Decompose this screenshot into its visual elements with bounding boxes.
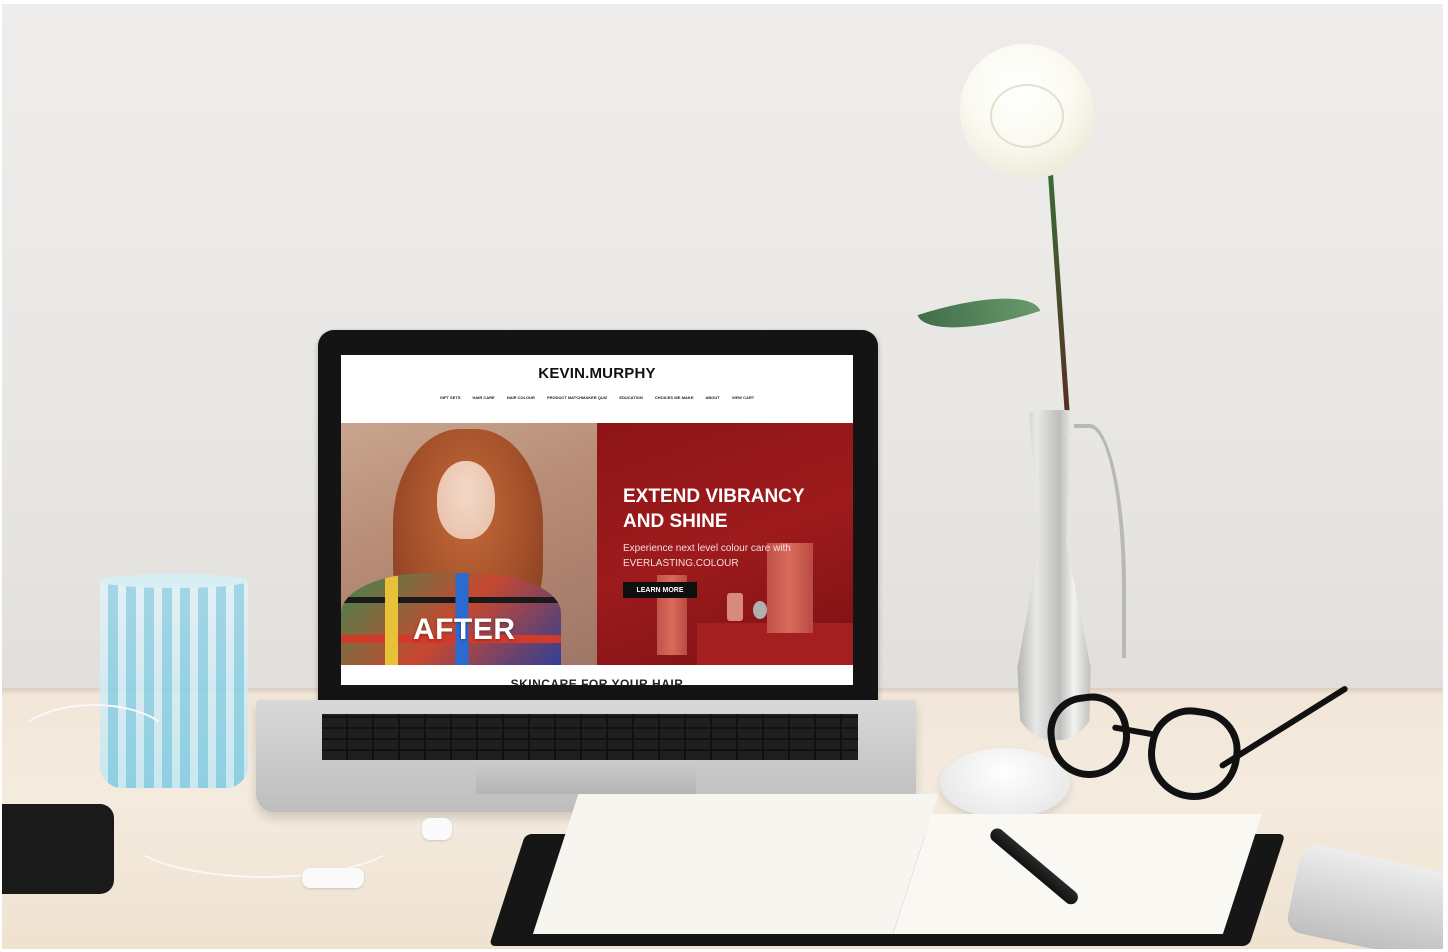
hero-banner: EXTEND VIBRANCY AND SHINE Experience nex… [597,423,853,665]
nav-choices-we-make[interactable]: CHOICES WE MAKE [655,395,694,400]
hero-title: EXTEND VIBRANCY AND SHINE [623,484,843,534]
learn-more-button[interactable]: LEARN MORE [623,582,697,598]
nav-gift-sets[interactable]: GIFT SETS [440,395,461,400]
site-nav: GIFT SETS HAIR CARE HAIR COLOUR PRODUCT … [341,395,853,400]
laptop-screen: KEVIN.MURPHY GIFT SETS HAIR CARE HAIR CO… [341,355,853,685]
earbud-cable [12,704,176,788]
nav-about[interactable]: ABOUT [705,395,719,400]
nav-product-matchmaker-quiz[interactable]: PRODUCT MATCHMAKER QUIZ [547,395,607,400]
hero-title-line-2: AND SHINE [623,511,728,532]
earbud-right [302,868,364,888]
model-face [437,461,495,539]
next-section-title: SKINCARE FOR YOUR HAIR [510,677,684,685]
nav-view-cart[interactable]: VIEW CART [732,395,754,400]
site-logo[interactable]: KEVIN.MURPHY [341,365,853,382]
laptop-trackpad [476,762,696,794]
desk-scene: KEVIN.MURPHY GIFT SETS HAIR CARE HAIR CO… [2,4,1443,949]
product-cap [753,601,767,619]
hero-text-line-1: Experience next level colour care with [623,543,791,554]
product-jar [727,593,743,621]
hero-title-line-1: EXTEND VIBRANCY [623,486,805,507]
glass-rim [100,574,248,588]
open-notebook [488,794,1299,946]
laptop-lid: KEVIN.MURPHY GIFT SETS HAIR CARE HAIR CO… [318,330,878,710]
site-header: KEVIN.MURPHY GIFT SETS HAIR CARE HAIR CO… [341,355,853,423]
nav-education[interactable]: EDUCATION [619,395,642,400]
earbud-left [422,818,452,840]
hero-model-image: AFTER [341,423,597,665]
white-rose [960,44,1094,178]
smartphone [2,804,114,894]
notebook-left-page [532,794,939,934]
hero-text-line-2: EVERLASTING.COLOUR [623,558,739,569]
nav-hair-care[interactable]: HAIR CARE [472,395,494,400]
notebook-right-page [892,814,1262,934]
earbud-cable-loop [122,784,406,878]
nav-hair-colour[interactable]: HAIR COLOUR [507,395,535,400]
after-label: AFTER [413,613,516,646]
hero-text: Experience next level colour care with E… [623,541,823,571]
laptop-keyboard [322,714,858,760]
